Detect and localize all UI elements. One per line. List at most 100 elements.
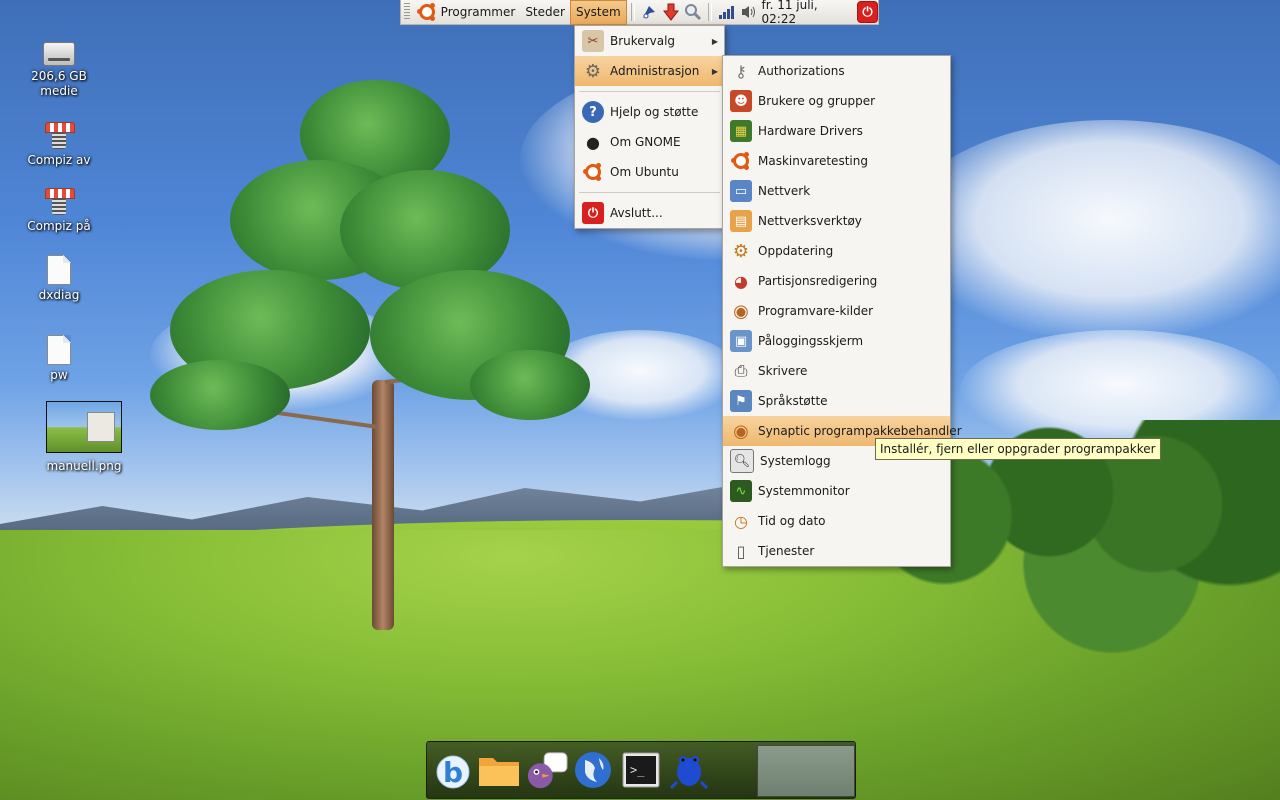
keys-icon: ⚷ [735, 61, 747, 81]
admin-item-users-groups[interactable]: ☻ Brukere og grupper [723, 86, 950, 116]
desktop-icon-pw[interactable]: pw [11, 335, 107, 383]
admin-item-hardware-drivers[interactable]: ▦ Hardware Drivers [723, 116, 950, 146]
desktop-icon-manuell-png[interactable]: manuell.png [36, 401, 132, 474]
partition-icon: ◕ [734, 271, 748, 291]
menu-item-label: Hardware Drivers [758, 124, 863, 138]
admin-item-systemmonitor[interactable]: ∿ Systemmonitor [723, 476, 950, 506]
menu-item-om-ubuntu[interactable]: Om Ubuntu [575, 157, 724, 187]
document-icon [47, 335, 71, 365]
menu-item-label: Authorizations [758, 64, 845, 78]
tray-app-icon[interactable] [641, 3, 658, 21]
file-manager-icon[interactable] [477, 748, 521, 792]
admin-item-tid-og-dato[interactable]: ◷ Tid og dato [723, 506, 950, 536]
admin-item-tjenester[interactable]: ▯ Tjenester [723, 536, 950, 566]
menu-item-label: Maskinvaretesting [758, 154, 868, 168]
panel-separator [707, 3, 712, 21]
dock: b >_ [426, 741, 856, 799]
administration-gear-icon: ⚙ [584, 60, 602, 82]
update-notifier-icon[interactable] [662, 3, 680, 21]
clock-icon: ◷ [734, 511, 748, 531]
panel-separator [630, 3, 635, 21]
desktop-icon-label: manuell.png [46, 459, 122, 473]
volume-icon[interactable] [740, 3, 758, 21]
desktop-icon-compiz-on[interactable]: Compiz på [11, 188, 107, 234]
menu-item-administrasjon[interactable]: ⚙ Administrasjon ▶ [575, 56, 724, 86]
system-menu: ✂ Brukervalg ▶ ⚙ Administrasjon ▶ ? Hjel… [574, 25, 725, 229]
menu-item-label: Administrasjon [610, 64, 700, 78]
desktop-icon-label: dxdiag [38, 288, 80, 302]
menu-item-label: Brukere og grupper [758, 94, 876, 108]
synaptic-icon: ◉ [733, 420, 749, 442]
admin-item-partisjonsredigering[interactable]: ◕ Partisjonsredigering [723, 266, 950, 296]
menu-item-label: Avslutt... [610, 206, 663, 220]
admin-item-authorizations[interactable]: ⚷ Authorizations [723, 56, 950, 86]
menu-item-label: Nettverk [758, 184, 811, 198]
menu-item-label: Oppdatering [758, 244, 834, 258]
admin-item-nettverk[interactable]: ▭ Nettverk [723, 176, 950, 206]
system-log-icon: 🔍︎ [730, 449, 754, 473]
frog-icon[interactable] [667, 748, 711, 792]
admin-item-oppdatering[interactable]: ⚙ Oppdatering [723, 236, 950, 266]
desktop-icon-drive[interactable]: 206,6 GB medie [11, 42, 107, 99]
desktop-icon-compiz-off[interactable]: Compiz av [11, 122, 107, 168]
menu-item-label: Språkstøtte [758, 394, 828, 408]
admin-item-skrivere[interactable]: ⎙ Skrivere [723, 356, 950, 386]
menu-item-om-gnome[interactable]: ● Om GNOME [575, 127, 724, 157]
svg-text:b: b [443, 756, 463, 789]
panel-clock[interactable]: fr. 11 juli, 02:22 [762, 0, 852, 26]
system-menu-button[interactable]: System [569, 0, 627, 25]
submenu-arrow-icon: ▶ [711, 36, 718, 46]
admin-item-nettverksverktoy[interactable]: ▤ Nettverksverktøy [723, 206, 950, 236]
administration-submenu: ⚷ Authorizations ☻ Brukere og grupper ▦ … [722, 55, 962, 567]
admin-item-programvare-kilder[interactable]: ◉ Programvare-kilder [723, 296, 950, 326]
menu-item-label: Programvare-kilder [758, 304, 874, 318]
globe-icon[interactable] [571, 748, 615, 792]
menu-item-label: Tjenester [758, 544, 815, 558]
menu-item-label: Påloggingsskjerm [758, 334, 864, 348]
ubuntu-icon [416, 3, 435, 20]
synaptic-tooltip: Installér, fjern eller oppgrader program… [875, 438, 1161, 460]
menu-item-label: Hjelp og støtte [610, 105, 699, 119]
browser-b-icon[interactable]: b [431, 748, 475, 792]
places-menu-button[interactable]: Steder [520, 0, 570, 25]
wallpaper-tree-trunk [372, 380, 394, 630]
menu-item-label: Synaptic programpakkebehandler [758, 424, 962, 438]
applications-menu-label: Programmer [440, 5, 516, 19]
hardware-card-icon: ▦ [730, 120, 752, 142]
preferences-icon: ✂ [582, 30, 604, 52]
ubuntu-icon [730, 150, 752, 172]
menu-item-label: Om Ubuntu [610, 165, 679, 179]
svg-text:>_: >_ [630, 763, 645, 777]
menu-item-label: Systemmonitor [758, 484, 850, 498]
language-flag-icon: ⚑ [730, 390, 752, 412]
search-icon[interactable] [684, 3, 702, 21]
document-icon [47, 255, 71, 285]
system-menu-label: System [575, 5, 621, 19]
applications-menu-button[interactable]: Programmer [414, 0, 521, 25]
wallpaper-tree-crown [470, 350, 590, 420]
menu-item-label: Partisjonsredigering [758, 274, 878, 288]
pidgin-chat-icon[interactable] [525, 748, 569, 792]
menu-item-label: Tid og dato [758, 514, 826, 528]
workspace-preview[interactable] [757, 745, 855, 797]
menu-item-avslutt[interactable]: ⏻ Avslutt... [575, 198, 724, 228]
desktop-icon-dxdiag[interactable]: dxdiag [11, 255, 107, 303]
desktop-icon-label: Compiz av [27, 153, 91, 167]
menu-item-brukervalg[interactable]: ✂ Brukervalg ▶ [575, 26, 724, 56]
admin-item-sprakstotte[interactable]: ⚑ Språkstøtte [723, 386, 950, 416]
power-icon[interactable]: ⏻ [857, 1, 878, 23]
login-screen-icon: ▣ [730, 330, 752, 352]
menu-item-label: Om GNOME [610, 135, 681, 149]
wallpaper-tree-crown [150, 360, 290, 430]
menu-item-hjelp[interactable]: ? Hjelp og støtte [575, 97, 724, 127]
panel-drag-handle[interactable] [404, 3, 410, 21]
network-signal-icon[interactable] [718, 3, 736, 21]
terminal-icon[interactable]: >_ [619, 748, 663, 792]
image-thumbnail [46, 401, 122, 453]
software-sources-icon: ◉ [733, 300, 749, 322]
desktop-icon-label: medie [40, 84, 78, 98]
network-tools-icon: ▤ [730, 210, 752, 232]
menu-divider [579, 192, 720, 193]
admin-item-paloggingsskjerm[interactable]: ▣ Påloggingsskjerm [723, 326, 950, 356]
admin-item-maskinvaretesting[interactable]: Maskinvaretesting [723, 146, 950, 176]
